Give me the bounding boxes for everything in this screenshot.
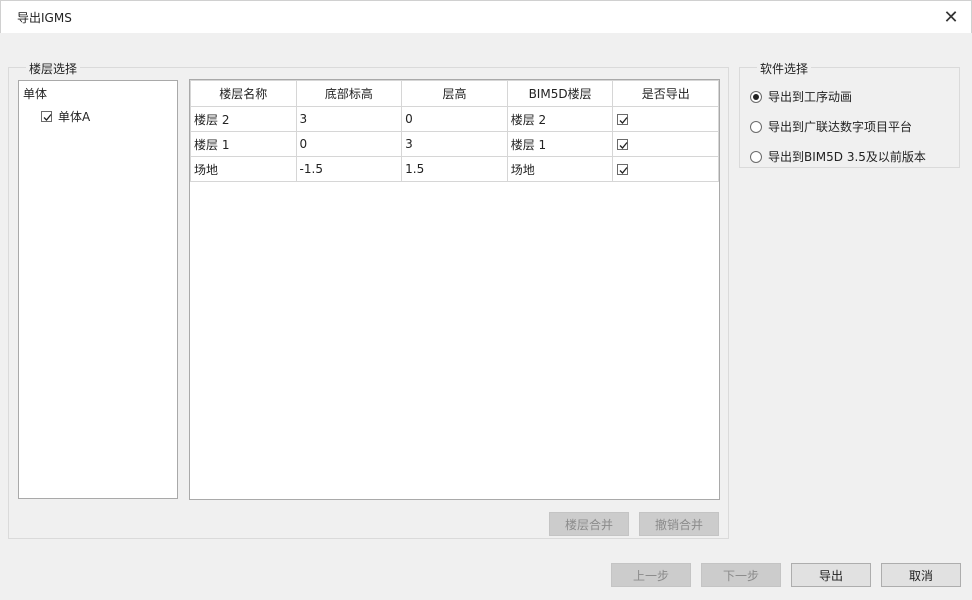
cancel-button[interactable]: 取消 bbox=[881, 563, 961, 587]
column-header-bim5d-floor[interactable]: BIM5D楼层 bbox=[506, 80, 614, 107]
table-row[interactable]: 场地 -1.5 1.5 场地 bbox=[190, 156, 719, 182]
floor-table: 楼层名称 底部标高 层高 BIM5D楼层 是否导出 楼层 2 3 0 楼层 2 bbox=[189, 79, 720, 500]
cell-export[interactable] bbox=[612, 156, 719, 182]
column-header-floor-height[interactable]: 层高 bbox=[401, 80, 508, 107]
radio-label: 导出到广联达数字项目平台 bbox=[768, 120, 913, 134]
tree-root-label[interactable]: 单体 bbox=[23, 85, 47, 102]
radio-button[interactable] bbox=[750, 90, 762, 103]
cell-bim5d-floor[interactable]: 楼层 1 bbox=[506, 131, 614, 157]
tree-node-label: 单体A bbox=[58, 110, 91, 124]
cell-floor-height[interactable]: 3 bbox=[401, 131, 508, 157]
cell-bim5d-floor[interactable]: 场地 bbox=[506, 156, 614, 182]
prev-step-button[interactable]: 上一步 bbox=[611, 563, 691, 587]
window-title: 导出IGMS bbox=[17, 11, 72, 25]
export-checkbox[interactable] bbox=[617, 139, 629, 150]
export-checkbox[interactable] bbox=[617, 114, 629, 125]
next-step-button[interactable]: 下一步 bbox=[701, 563, 781, 587]
column-header-export[interactable]: 是否导出 bbox=[612, 80, 719, 107]
check-icon bbox=[619, 117, 628, 124]
radio-button[interactable] bbox=[750, 120, 762, 133]
cell-floor-height[interactable]: 1.5 bbox=[401, 156, 508, 182]
check-icon bbox=[43, 114, 52, 121]
title-bar: 导出IGMS ✕ bbox=[0, 0, 972, 33]
building-tree[interactable]: 单体 单体A bbox=[18, 80, 178, 499]
cell-floor-height[interactable]: 0 bbox=[401, 106, 508, 132]
export-checkbox[interactable] bbox=[617, 164, 629, 175]
floor-selection-title: 楼层选择 bbox=[26, 60, 81, 77]
radio-label: 导出到工序动画 bbox=[768, 90, 853, 104]
unmerge-floors-button[interactable]: 撤销合并 bbox=[639, 512, 719, 536]
cell-bottom-elevation[interactable]: 0 bbox=[295, 131, 403, 157]
export-button[interactable]: 导出 bbox=[791, 563, 871, 587]
close-icon[interactable]: ✕ bbox=[939, 5, 963, 29]
radio-export-digital-platform[interactable]: 导出到广联达数字项目平台 bbox=[750, 118, 912, 135]
merge-floors-button[interactable]: 楼层合并 bbox=[549, 512, 629, 536]
software-selection-title: 软件选择 bbox=[757, 60, 812, 77]
radio-export-process-animation[interactable]: 导出到工序动画 bbox=[750, 88, 852, 105]
cell-export[interactable] bbox=[612, 131, 719, 157]
check-icon bbox=[619, 167, 628, 174]
cell-bottom-elevation[interactable]: 3 bbox=[295, 106, 403, 132]
unit-a-checkbox[interactable] bbox=[41, 111, 52, 122]
check-icon bbox=[619, 142, 628, 149]
radio-export-bim5d-legacy[interactable]: 导出到BIM5D 3.5及以前版本 bbox=[750, 148, 926, 165]
column-header-floor-name[interactable]: 楼层名称 bbox=[190, 80, 297, 107]
table-row[interactable]: 楼层 2 3 0 楼层 2 bbox=[190, 106, 719, 132]
cell-floor-name[interactable]: 楼层 1 bbox=[190, 131, 297, 157]
cell-floor-name[interactable]: 场地 bbox=[190, 156, 297, 182]
cell-bottom-elevation[interactable]: -1.5 bbox=[295, 156, 403, 182]
table-row[interactable]: 楼层 1 0 3 楼层 1 bbox=[190, 131, 719, 157]
radio-button[interactable] bbox=[750, 150, 762, 163]
cell-export[interactable] bbox=[612, 106, 719, 132]
column-header-bottom-elevation[interactable]: 底部标高 bbox=[295, 80, 403, 107]
tree-node-unit-a[interactable]: 单体A bbox=[41, 108, 90, 125]
radio-label: 导出到BIM5D 3.5及以前版本 bbox=[768, 150, 926, 164]
cell-floor-name[interactable]: 楼层 2 bbox=[190, 106, 297, 132]
cell-bim5d-floor[interactable]: 楼层 2 bbox=[506, 106, 614, 132]
